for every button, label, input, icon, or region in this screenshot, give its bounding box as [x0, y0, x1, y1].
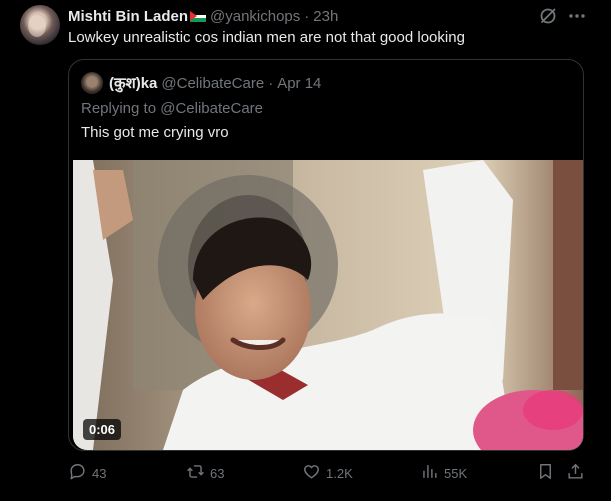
replying-to: Replying to @CelibateCare — [81, 100, 263, 117]
reply-count: 43 — [92, 465, 107, 481]
quote-timestamp[interactable]: Apr 14 — [277, 75, 321, 92]
more-icon[interactable] — [566, 5, 588, 27]
quote-separator-dot: · — [268, 74, 274, 92]
display-name[interactable]: Mishti Bin Laden — [68, 8, 188, 25]
tweet[interactable]: Mishti Bin Laden @yankichops · 23h Lowke… — [0, 0, 611, 501]
quote-avatar[interactable] — [81, 72, 103, 94]
share-icon — [566, 462, 585, 484]
video-player[interactable]: 0:06 — [73, 160, 583, 450]
repost-count: 63 — [210, 465, 225, 481]
quote-header: (कुश)ka @CelibateCare · Apr 14 — [109, 72, 321, 94]
repost-button[interactable]: 63 — [186, 462, 224, 484]
quote-handle[interactable]: @CelibateCare — [161, 75, 264, 92]
quote-text: This got me crying vro — [81, 124, 229, 141]
grok-icon[interactable] — [538, 6, 558, 26]
views-icon — [420, 462, 439, 484]
like-count: 1.2K — [326, 465, 353, 481]
timestamp[interactable]: 23h — [313, 8, 338, 25]
reply-icon — [68, 462, 87, 484]
views-button[interactable]: 55K — [420, 462, 467, 484]
video-frame — [73, 160, 583, 450]
video-duration: 0:06 — [83, 419, 122, 440]
avatar[interactable] — [20, 5, 60, 45]
tweet-text: Lowkey unrealistic cos indian men are no… — [68, 29, 465, 46]
like-icon — [302, 462, 321, 484]
share-button[interactable] — [566, 462, 585, 484]
quote-display-name[interactable]: (कुश)ka — [109, 73, 157, 93]
bookmark-button[interactable] — [536, 462, 555, 484]
tweet-header: Mishti Bin Laden @yankichops · 23h — [68, 6, 338, 26]
bookmark-icon — [536, 462, 555, 484]
reply-button[interactable]: 43 — [68, 462, 106, 484]
views-count: 55K — [444, 465, 468, 481]
separator-dot: · — [304, 7, 310, 25]
replying-mention[interactable]: @CelibateCare — [160, 100, 263, 117]
palestine-flag-icon — [190, 10, 206, 22]
like-button[interactable]: 1.2K — [302, 462, 353, 484]
handle[interactable]: @yankichops — [210, 8, 300, 25]
action-bar: 43 63 1.2K 55K — [68, 462, 588, 484]
replying-prefix: Replying to — [81, 100, 157, 117]
repost-icon — [186, 462, 205, 484]
quoted-tweet[interactable]: (कुश)ka @CelibateCare · Apr 14 Replying … — [68, 59, 584, 451]
